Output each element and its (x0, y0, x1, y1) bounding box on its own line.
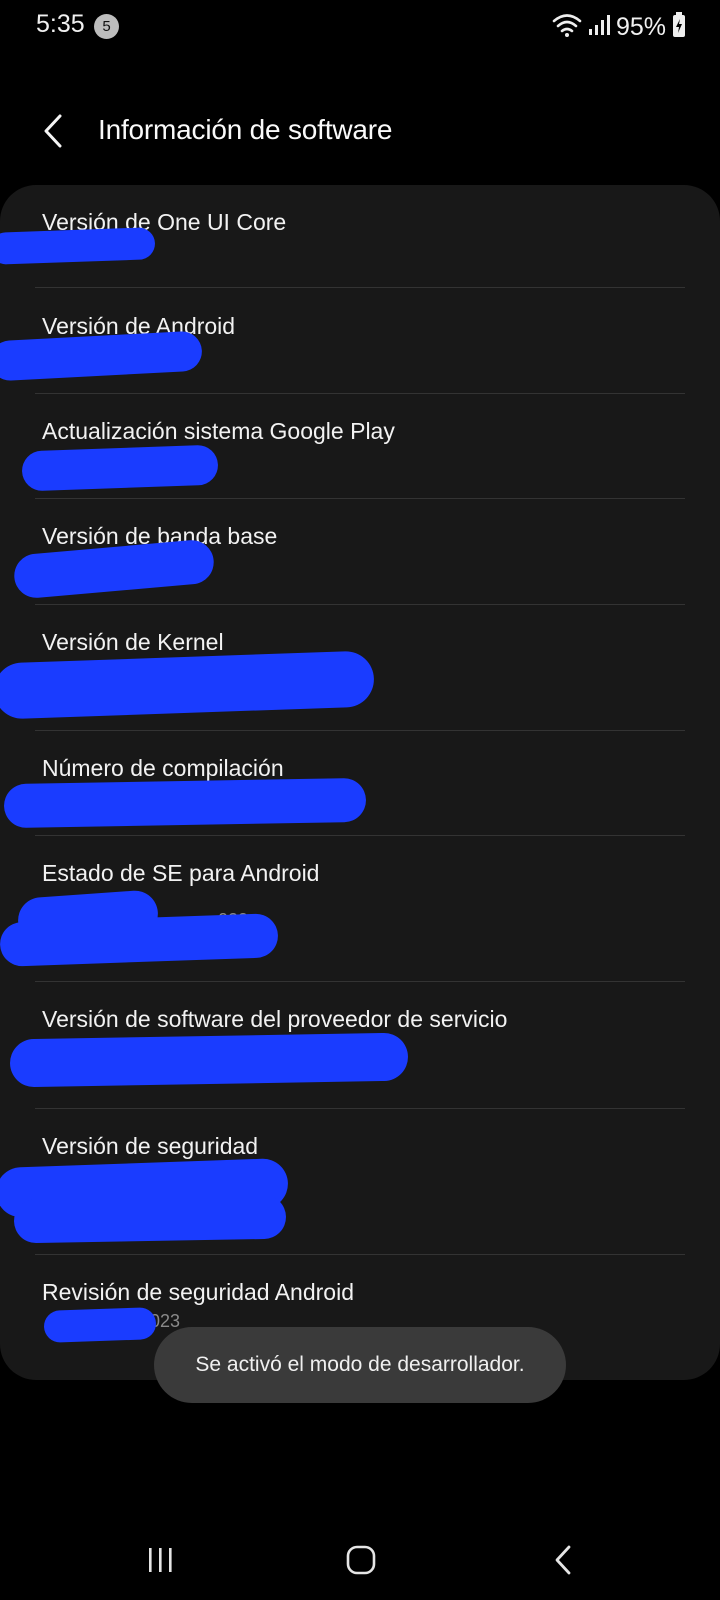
list-item-se-android-status[interactable]: Estado de SE para Android 023 (0, 836, 720, 981)
redaction-mark (0, 913, 279, 967)
wifi-icon (552, 12, 582, 43)
list-item-label: Revisión de seguridad Android (42, 1279, 354, 1305)
back-arrow-icon (555, 1545, 571, 1575)
redaction-mark (0, 227, 156, 265)
list-item-label: Versión de seguridad (42, 1133, 259, 1159)
redaction-mark (0, 330, 203, 382)
list-item-one-ui-core[interactable]: Versión de One UI Core (0, 185, 720, 287)
status-time: 5:35 (36, 10, 85, 38)
software-info-list: Versión de One UI Core Versión de Androi… (0, 185, 720, 1380)
page-title: Información de software (98, 114, 393, 145)
list-item-google-play-update[interactable]: Actualización sistema Google Play (0, 394, 720, 498)
notification-count-badge: 5 (94, 14, 119, 39)
back-button[interactable] (36, 106, 76, 156)
home-icon (346, 1545, 376, 1575)
navigation-bar (0, 1530, 720, 1590)
list-item-label: Número de compilación (42, 755, 284, 781)
signal-icon (588, 14, 610, 41)
toast-message: Se activó el modo de desarrollador. (195, 1353, 525, 1376)
list-item-label: Actualización sistema Google Play (42, 418, 395, 444)
nav-back-button[interactable] (534, 1530, 594, 1590)
list-item-build-number[interactable]: Número de compilación (0, 731, 720, 835)
list-item-android-version[interactable]: Versión de Android (0, 288, 720, 393)
list-item-label: Versión de software del proveedor de ser… (42, 1006, 508, 1032)
redaction-mark (3, 777, 367, 829)
list-item-kernel-version[interactable]: Versión de Kernel 01 (0, 605, 720, 730)
status-bar: 5:35 5 95% (0, 0, 720, 56)
list-item-baseband-version[interactable]: Versión de banda base (0, 499, 720, 604)
app-header: Información de software (0, 96, 720, 166)
list-item-provider-software-version[interactable]: Versión de software del proveedor de ser… (0, 982, 720, 1108)
list-item-security-version[interactable]: Versión de seguridad 2023 (0, 1109, 720, 1254)
redaction-mark (21, 444, 219, 492)
developer-mode-toast: Se activó el modo de desarrollador. (154, 1327, 566, 1403)
recent-apps-icon (149, 1548, 172, 1572)
battery-percentage: 95% (615, 13, 666, 41)
redaction-mark (13, 1194, 287, 1244)
chevron-left-icon (44, 114, 62, 148)
list-item-label: Estado de SE para Android (42, 860, 320, 886)
home-button[interactable] (331, 1530, 391, 1590)
recent-apps-button[interactable] (130, 1530, 190, 1590)
redaction-mark (43, 1307, 157, 1343)
redaction-mark (0, 650, 375, 720)
redaction-mark (9, 1032, 409, 1088)
battery-charging-icon (672, 12, 686, 43)
list-item-label: Versión de Kernel (42, 629, 224, 655)
